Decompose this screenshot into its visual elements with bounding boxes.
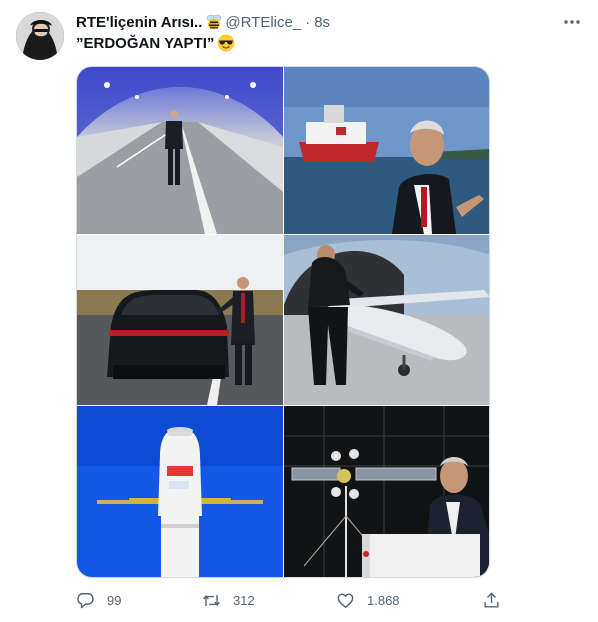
photo-drill-ship[interactable] — [284, 67, 489, 234]
photo-car[interactable] — [77, 235, 283, 405]
photo-tunnel[interactable] — [77, 67, 283, 234]
tweet-text: ”ERDOĞAN YAPTI” — [76, 34, 235, 52]
media-grid[interactable] — [76, 66, 490, 578]
tweet-header: RTE'liçenin Arısı.. @RTElice_ · 8s — [76, 12, 582, 32]
more-options-button[interactable] — [562, 12, 582, 32]
reply-button[interactable]: 99 — [76, 590, 121, 610]
share-icon — [484, 591, 499, 608]
reply-icon — [77, 592, 94, 608]
tweet[interactable]: RTE'liçenin Arısı.. @RTElice_ · 8s ”ERDO… — [0, 0, 598, 622]
reply-count: 99 — [107, 592, 122, 608]
bee-icon — [205, 13, 223, 31]
sunglasses-emoji-icon — [217, 34, 235, 52]
like-button[interactable]: 1.868 — [336, 590, 400, 610]
like-count: 1.868 — [367, 592, 400, 608]
separator-dot: · — [305, 13, 311, 31]
avatar[interactable] — [16, 12, 64, 60]
photo-satellite-podium[interactable] — [284, 406, 489, 577]
retweet-button[interactable]: 312 — [202, 590, 255, 610]
user-handle[interactable]: @RTElice_ — [225, 14, 301, 31]
heart-icon — [337, 592, 354, 608]
photo-satellite-rocket[interactable] — [77, 406, 283, 577]
tweet-text-content: ”ERDOĞAN YAPTI” — [76, 34, 215, 52]
more-icon — [564, 20, 580, 24]
share-button[interactable] — [482, 590, 513, 610]
display-name[interactable]: RTE'liçenin Arısı.. — [76, 14, 202, 31]
timestamp[interactable]: 8s — [314, 14, 330, 31]
retweet-count: 312 — [233, 592, 255, 608]
tweet-actions: 99 312 1.868 — [76, 590, 506, 610]
photo-drone[interactable] — [284, 235, 489, 405]
retweet-icon — [203, 594, 220, 606]
